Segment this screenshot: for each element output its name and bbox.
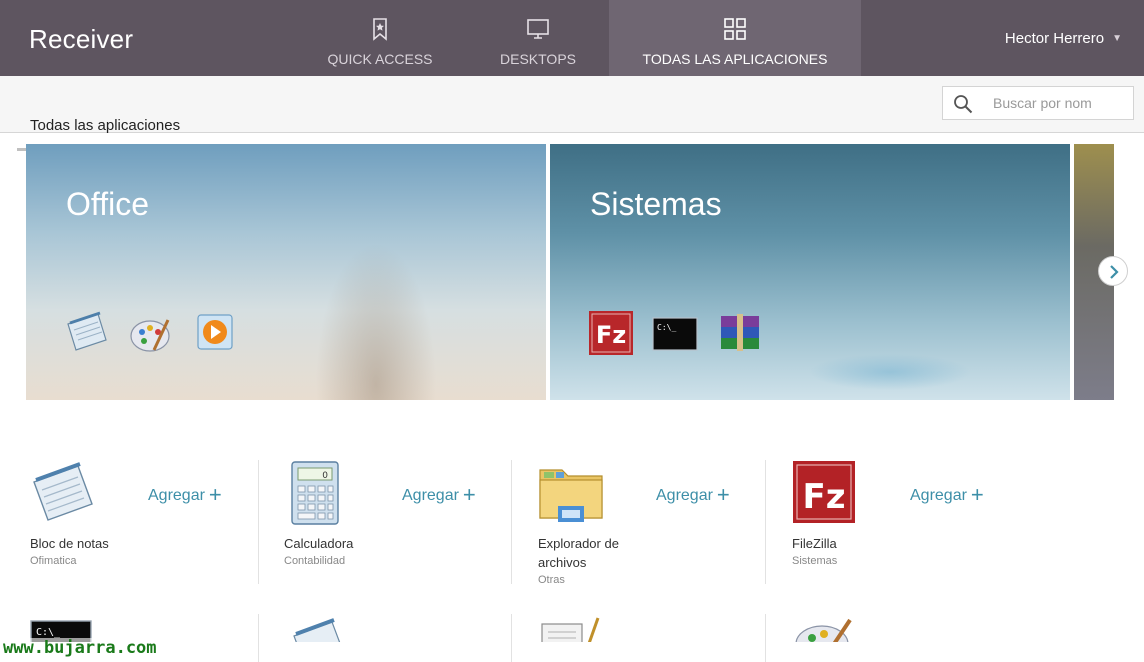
plus-icon: + <box>208 482 222 507</box>
divider <box>258 460 259 584</box>
monitor-icon <box>527 19 549 39</box>
app-name: FileZilla <box>792 536 837 551</box>
add-app-button[interactable]: Agregar + <box>656 482 730 508</box>
category-sistemas[interactable]: Sistemas Fz C:\_ <box>550 144 1070 400</box>
category-title: Sistemas <box>590 186 722 222</box>
app-tile-partial-wordpad[interactable] <box>540 616 602 642</box>
tab-desktops[interactable]: DESKTOPS <box>478 0 598 76</box>
app-tile-explorador-de-archivos[interactable]: Agregar + Explorador de archivos Otras <box>538 460 792 600</box>
file-explorer-icon <box>539 469 603 522</box>
app-tile-partial-notepad[interactable] <box>290 618 346 642</box>
svg-text:Fz: Fz <box>802 477 845 517</box>
add-label: Agregar <box>148 487 205 504</box>
carousel-next-button[interactable] <box>1098 256 1128 286</box>
app-tile-partial-paint[interactable] <box>794 616 856 642</box>
add-app-button[interactable]: Agregar + <box>910 482 984 508</box>
category-office[interactable]: Office <box>26 144 546 400</box>
search-box[interactable] <box>942 86 1134 120</box>
divider <box>765 460 766 584</box>
app-category: Ofimatica <box>30 555 77 567</box>
add-app-button[interactable]: Agregar + <box>148 482 222 508</box>
notepad-icon <box>33 462 93 521</box>
add-app-button[interactable]: Agregar + <box>402 482 476 508</box>
app-category: Otras <box>538 574 565 586</box>
search-input[interactable] <box>993 93 1093 113</box>
svg-text:0: 0 <box>322 471 328 481</box>
app-category: Contabilidad <box>284 555 346 567</box>
divider <box>765 614 766 662</box>
app-category: Sistemas <box>792 555 838 567</box>
app-name: Calculadora <box>284 536 354 551</box>
divider <box>511 460 512 584</box>
svg-text:Fz: Fz <box>596 321 626 349</box>
app-brand: Receiver <box>29 24 134 54</box>
app-tile-filezilla[interactable]: Fz Agregar + FileZilla Sistemas <box>792 460 1046 600</box>
add-label: Agregar <box>402 487 459 504</box>
add-label: Agregar <box>910 487 967 504</box>
plus-icon: + <box>970 482 984 507</box>
bookmark-icon <box>373 18 387 41</box>
plus-icon: + <box>462 482 476 507</box>
search-icon <box>954 95 973 114</box>
plus-icon: + <box>716 482 730 507</box>
winrar-icon <box>720 314 759 351</box>
paint-icon <box>795 618 852 642</box>
paint-icon <box>130 319 171 352</box>
app-tile-bloc-de-notas[interactable]: Agregar + Bloc de notas Ofimatica <box>30 460 284 600</box>
app-name: Explorador de archivos <box>538 536 619 570</box>
tab-quick-access[interactable]: QUICK ACCESS <box>305 0 455 76</box>
cmd-icon: C:\_ <box>652 317 699 351</box>
grid-icon <box>724 18 746 40</box>
category-icons: Fz C:\_ <box>588 310 777 356</box>
page-title: Todas las aplicaciones <box>30 117 181 134</box>
divider <box>258 614 259 662</box>
top-bar: Receiver QUICK ACCESS DESKTOPS TODAS LAS… <box>0 0 1144 76</box>
app-name: Bloc de notas <box>30 536 109 551</box>
notepad-icon <box>293 618 341 642</box>
chevron-right-icon <box>1110 265 1119 279</box>
wordpad-icon <box>541 617 600 642</box>
watermark: www.bujarra.com <box>3 638 157 658</box>
svg-text:C:\_: C:\_ <box>657 323 676 332</box>
category-title: Office <box>66 186 149 222</box>
notepad-icon <box>67 311 107 351</box>
divider <box>511 614 512 662</box>
user-menu[interactable]: Hector Herrero ▼ <box>1005 30 1122 47</box>
filezilla-icon: Fz <box>793 461 855 523</box>
user-name: Hector Herrero <box>1004 30 1105 47</box>
tab-label: QUICK ACCESS <box>327 51 433 67</box>
sub-header: Todas las aplicaciones <box>0 76 1144 134</box>
tab-label: DESKTOPS <box>500 51 576 67</box>
media-player-icon <box>197 314 233 350</box>
calculator-icon: 0 <box>291 461 339 525</box>
chevron-down-icon: ▼ <box>1112 33 1122 44</box>
add-label: Agregar <box>656 487 713 504</box>
tab-all-apps[interactable]: TODAS LAS APLICACIONES <box>609 0 861 76</box>
tab-label: TODAS LAS APLICACIONES <box>642 51 828 67</box>
category-icons <box>64 310 253 356</box>
app-tile-calculadora[interactable]: 0 Agregar + Calculadora Contabilidad <box>284 460 538 600</box>
svg-text:C:\_: C:\_ <box>36 627 61 638</box>
filezilla-icon: Fz <box>589 311 633 355</box>
